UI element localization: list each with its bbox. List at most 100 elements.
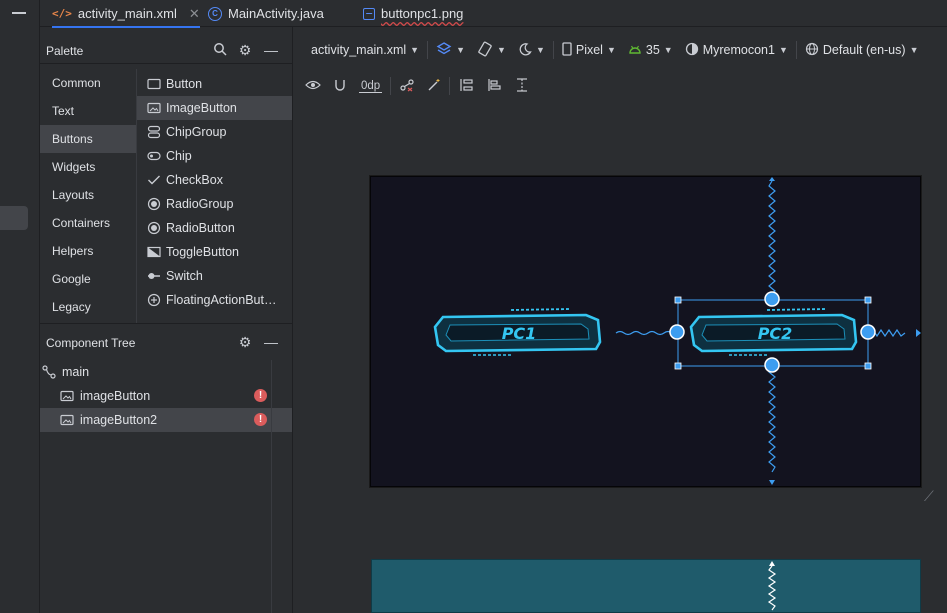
align-button[interactable]: [480, 72, 508, 100]
arrow-up-icon: [769, 561, 775, 566]
category-layouts[interactable]: Layouts: [40, 181, 136, 209]
xml-file-icon: </>: [52, 7, 72, 20]
tab-buttonpc1[interactable]: buttonpc1.png: [363, 0, 463, 27]
default-margin-button[interactable]: 0dp: [353, 72, 388, 100]
theme-icon: [685, 42, 699, 59]
clear-constraints-icon: [399, 78, 415, 95]
theme-dropdown[interactable]: Myremocon1 ▼: [679, 36, 794, 64]
tab-label: buttonpc1.png: [381, 6, 464, 21]
category-common[interactable]: Common: [40, 69, 136, 97]
tree-node-label: imageButton: [80, 389, 151, 403]
resize-handle-top-left[interactable]: [674, 296, 682, 304]
search-icon[interactable]: [212, 42, 228, 58]
error-icon[interactable]: !: [254, 389, 267, 402]
constraint-toolbar: 0dp: [293, 72, 947, 100]
file-dropdown[interactable]: activity_main.xml ▼: [293, 36, 425, 64]
checkbox-icon: [147, 173, 161, 187]
resize-handle-top-right[interactable]: [864, 296, 872, 304]
magic-wand-icon: [427, 78, 441, 95]
chevron-down-icon: ▼: [606, 45, 616, 55]
minimize-icon[interactable]: —: [263, 334, 279, 350]
anchor-bottom[interactable]: [764, 357, 780, 373]
tree-node-imagebutton2[interactable]: imageButton2 !: [40, 408, 292, 432]
close-tab-icon[interactable]: ✕: [189, 6, 200, 22]
image-button-pc1[interactable]: PC1: [433, 308, 602, 356]
chevron-down-icon: ▼: [535, 45, 545, 55]
chip-group-icon: [147, 125, 161, 139]
resize-handle-bottom-right[interactable]: [864, 362, 872, 370]
api-level-dropdown[interactable]: 35 ▼: [622, 36, 679, 64]
category-google[interactable]: Google: [40, 265, 136, 293]
toggle-button-icon: [147, 245, 161, 259]
palette-item-togglebutton[interactable]: ToggleButton: [137, 240, 292, 264]
blueprint-surface[interactable]: [371, 559, 921, 613]
category-helpers[interactable]: Helpers: [40, 237, 136, 265]
arrow-up-icon: [769, 177, 775, 181]
minimize-icon[interactable]: —: [263, 42, 279, 58]
theme-label: Myremocon1: [702, 43, 775, 57]
palette-widget-list: Button ImageButton ChipGroup Chip CheckB…: [137, 72, 292, 312]
infer-constraints-button[interactable]: [421, 72, 447, 100]
image-button-pc2[interactable]: PC2: [689, 308, 858, 356]
palette-item-button[interactable]: Button: [137, 72, 292, 96]
chevron-down-icon: ▼: [410, 45, 420, 55]
category-containers[interactable]: Containers: [40, 209, 136, 237]
pc2-label: PC2: [758, 324, 793, 343]
palette-item-chipgroup[interactable]: ChipGroup: [137, 120, 292, 144]
tab-activity-main[interactable]: </> activity_main.xml ✕: [52, 0, 200, 28]
gear-icon[interactable]: ⚙: [237, 42, 253, 58]
gear-icon[interactable]: ⚙: [237, 334, 253, 350]
pack-button[interactable]: [452, 72, 480, 100]
tab-main-activity[interactable]: C MainActivity.java: [208, 0, 324, 27]
palette-item-chip[interactable]: Chip: [137, 144, 292, 168]
palette-item-switch[interactable]: Switch: [137, 264, 292, 288]
category-widgets[interactable]: Widgets: [40, 153, 136, 181]
category-text[interactable]: Text: [40, 97, 136, 125]
pack-icon: [458, 77, 474, 96]
side-tool-tab[interactable]: [0, 206, 28, 230]
error-icon[interactable]: !: [254, 413, 267, 426]
anchor-top[interactable]: [764, 291, 780, 307]
chevron-down-icon: ▼: [497, 45, 506, 55]
guidelines-button[interactable]: [508, 72, 536, 100]
anchor-end[interactable]: [860, 324, 876, 340]
widget-label: Chip: [166, 149, 192, 163]
locale-dropdown[interactable]: Default (en-us) ▼: [799, 36, 925, 64]
design-surface[interactable]: PC1 PC2: [370, 176, 921, 487]
bottom-constraint: [768, 366, 776, 473]
component-tree-title: Component Tree: [46, 336, 136, 350]
palette-item-radiogroup[interactable]: RadioGroup: [137, 192, 292, 216]
clear-constraints-button[interactable]: [393, 72, 421, 100]
autoconnect-button[interactable]: [327, 72, 353, 100]
category-buttons[interactable]: Buttons: [40, 125, 136, 153]
tab-label: activity_main.xml: [77, 6, 177, 21]
image-button-icon: [60, 389, 74, 403]
orientation-button[interactable]: ▼: [471, 36, 512, 64]
widget-label: ChipGroup: [166, 125, 227, 139]
default-margin-value: 0dp: [359, 79, 383, 93]
tree-divider: [271, 360, 272, 613]
anchor-start[interactable]: [669, 324, 685, 340]
fab-icon: [147, 293, 161, 307]
tree-node-imagebutton[interactable]: imageButton !: [40, 384, 292, 408]
night-mode-button[interactable]: ▼: [512, 36, 551, 64]
palette-item-radiobutton[interactable]: RadioButton: [137, 216, 292, 240]
palette-item-checkbox[interactable]: CheckBox: [137, 168, 292, 192]
align-left-icon: [486, 77, 502, 96]
top-constraint: [767, 565, 777, 611]
rotate-icon: [477, 41, 493, 60]
layers-icon: [436, 41, 452, 60]
category-legacy[interactable]: Legacy: [40, 293, 136, 321]
image-button-icon: [60, 413, 74, 427]
device-dropdown[interactable]: Pixel ▼: [556, 36, 622, 64]
view-options-button[interactable]: [293, 72, 327, 100]
tree-node-main[interactable]: main: [40, 360, 292, 384]
palette-item-imagebutton[interactable]: ImageButton: [137, 96, 292, 120]
palette-item-fab[interactable]: FloatingActionBut…: [137, 288, 292, 312]
design-surface-button[interactable]: ▼: [430, 36, 471, 64]
resize-handle-bottom-left[interactable]: [674, 362, 682, 370]
button-icon: [147, 77, 161, 91]
minimize-icon[interactable]: [12, 12, 26, 14]
tree-node-label: imageButton2: [80, 413, 158, 427]
resize-grip-icon[interactable]: ⟋: [924, 488, 934, 505]
